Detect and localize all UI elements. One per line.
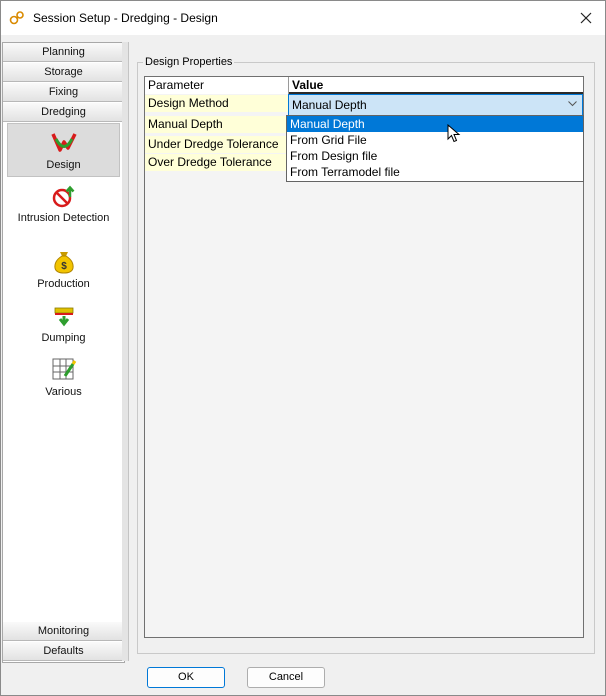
nav-section-dredging[interactable]: Dredging	[3, 103, 124, 122]
option-from-grid-file[interactable]: From Grid File	[287, 132, 583, 148]
option-from-terramodel-file[interactable]: From Terramodel file	[287, 164, 583, 180]
nav-item-label: Various	[45, 386, 82, 398]
window-title: Session Setup - Dredging - Design	[33, 11, 218, 25]
ok-button[interactable]: OK	[147, 667, 225, 688]
title-bar: Session Setup - Dredging - Design	[1, 1, 605, 35]
column-header-value[interactable]: Value	[289, 77, 583, 94]
nav-section-defaults[interactable]: Defaults	[3, 642, 124, 661]
nav-item-label: Design	[46, 159, 81, 171]
nav-item-production[interactable]: $ Production	[7, 247, 120, 301]
dredging-panel: Design Intrusion Detection $ Production	[3, 123, 124, 621]
splitter[interactable]	[122, 42, 129, 661]
various-icon	[52, 358, 76, 380]
mouse-cursor-icon	[447, 124, 461, 143]
nav-item-label: Dumping	[41, 332, 86, 344]
option-from-design-file[interactable]: From Design file	[287, 148, 583, 164]
design-method-dropdown: Manual Depth From Grid File From Design …	[286, 115, 584, 182]
param-over-dredge-tolerance[interactable]: Over Dredge Tolerance	[145, 154, 288, 171]
group-title: Design Properties	[143, 56, 235, 68]
nav-section-storage[interactable]: Storage	[3, 63, 124, 82]
close-button[interactable]	[573, 5, 599, 31]
combo-value: Manual Depth	[292, 98, 367, 112]
option-manual-depth[interactable]: Manual Depth	[287, 116, 583, 132]
svg-text:$: $	[61, 261, 67, 272]
nav-section-planning[interactable]: Planning	[3, 43, 124, 62]
dumping-icon	[54, 307, 73, 327]
param-manual-depth[interactable]: Manual Depth	[145, 116, 288, 133]
nav-item-label: Production	[37, 278, 90, 290]
nav-item-dumping[interactable]: Dumping	[7, 301, 120, 355]
param-design-method[interactable]: Design Method	[145, 95, 288, 112]
column-header-parameter[interactable]: Parameter	[145, 77, 289, 94]
design-method-combo[interactable]: Manual Depth	[288, 94, 583, 116]
chevron-down-icon	[568, 101, 577, 107]
production-icon: $	[53, 252, 74, 274]
nav-section-fixing[interactable]: Fixing	[3, 83, 124, 102]
param-under-dredge-tolerance[interactable]: Under Dredge Tolerance	[145, 136, 288, 153]
nav-item-various[interactable]: Various	[7, 355, 120, 409]
design-icon	[50, 133, 77, 152]
intrusion-detection-icon	[52, 185, 74, 208]
cancel-button[interactable]: Cancel	[247, 667, 325, 688]
close-icon	[580, 12, 592, 24]
nav-item-design[interactable]: Design	[7, 123, 120, 177]
nav-item-intrusion-detection[interactable]: Intrusion Detection	[7, 183, 120, 237]
nav-item-label: Intrusion Detection	[17, 212, 110, 224]
sidebar-nav: Planning Storage Fixing Dredging Design …	[2, 42, 125, 663]
app-icon	[9, 11, 24, 25]
nav-section-monitoring[interactable]: Monitoring	[3, 622, 124, 641]
